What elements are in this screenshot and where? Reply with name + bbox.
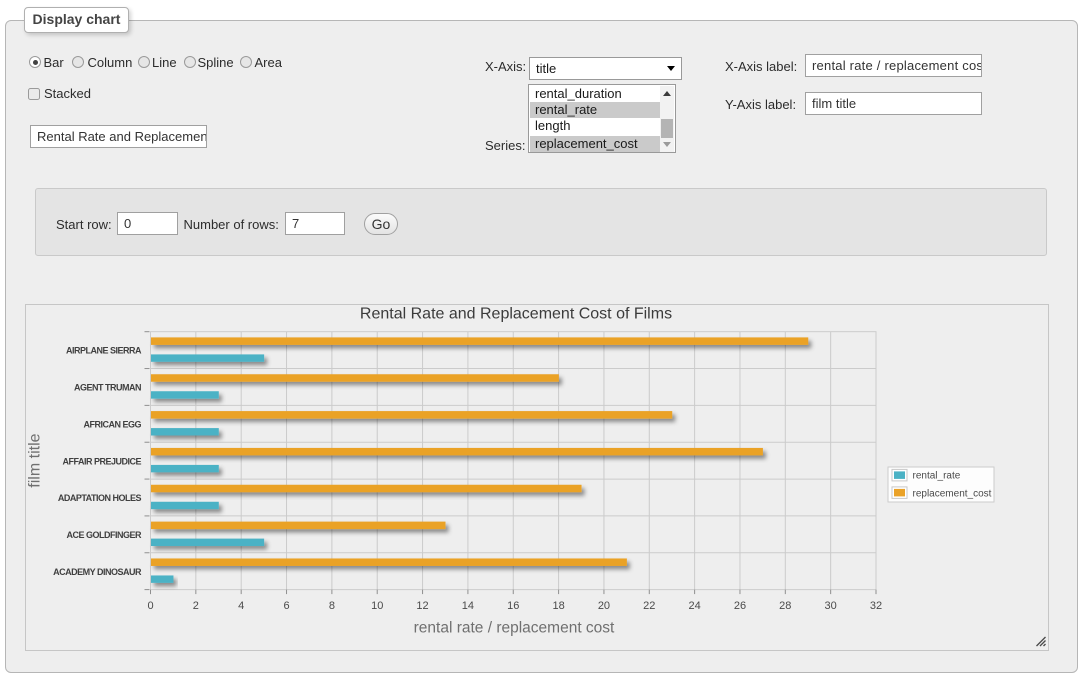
svg-text:AGENT TRUMAN: AGENT TRUMAN (74, 383, 141, 393)
svg-text:0: 0 (147, 600, 153, 612)
svg-text:6: 6 (283, 600, 289, 612)
svg-text:10: 10 (371, 600, 383, 612)
svg-text:28: 28 (779, 600, 791, 612)
svg-text:20: 20 (598, 600, 610, 612)
svg-text:replacement_cost: replacement_cost (913, 488, 992, 499)
svg-text:4: 4 (238, 600, 244, 612)
svg-text:26: 26 (734, 600, 746, 612)
svg-text:32: 32 (870, 600, 882, 612)
svg-text:12: 12 (416, 600, 428, 612)
svg-text:rental rate / replacement cost: rental rate / replacement cost (414, 620, 615, 637)
svg-text:AFRICAN EGG: AFRICAN EGG (84, 419, 142, 429)
svg-text:30: 30 (825, 600, 837, 612)
svg-text:16: 16 (507, 600, 519, 612)
svg-text:18: 18 (552, 600, 564, 612)
svg-text:rental_rate: rental_rate (913, 471, 961, 482)
svg-text:Rental Rate and Replacement Co: Rental Rate and Replacement Cost of Film… (360, 306, 672, 323)
svg-text:8: 8 (329, 600, 335, 612)
svg-text:ADAPTATION HOLES: ADAPTATION HOLES (58, 493, 142, 503)
svg-text:ACADEMY DINOSAUR: ACADEMY DINOSAUR (53, 567, 142, 577)
svg-text:22: 22 (643, 600, 655, 612)
svg-text:2: 2 (193, 600, 199, 612)
svg-text:24: 24 (688, 600, 700, 612)
svg-text:AIRPLANE SIERRA: AIRPLANE SIERRA (66, 346, 142, 356)
svg-text:14: 14 (462, 600, 474, 612)
svg-text:ACE GOLDFINGER: ACE GOLDFINGER (66, 530, 142, 540)
svg-text:AFFAIR PREJUDICE: AFFAIR PREJUDICE (62, 456, 141, 466)
svg-text:film title: film title (27, 433, 44, 487)
